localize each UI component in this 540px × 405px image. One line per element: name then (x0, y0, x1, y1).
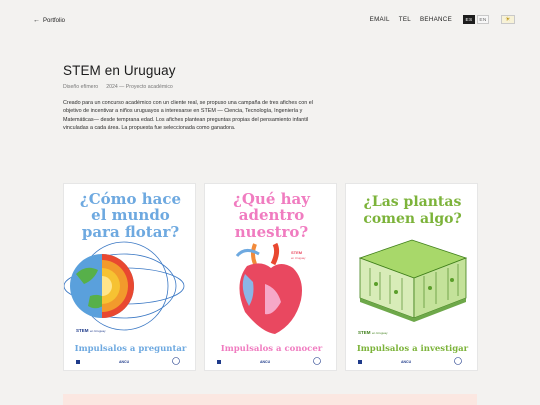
nav-tel[interactable]: TEL (399, 16, 411, 23)
sponsor-ancu: ANCU (119, 360, 130, 364)
project-description: Creado para un concurso académico con un… (63, 100, 313, 131)
lang-es[interactable]: ES (463, 15, 475, 24)
project-meta: Diseño efímero 2024 — Proyecto académico (63, 84, 173, 90)
poster-earth[interactable]: ¿Cómo hace el mundo para flotar? STEM en… (63, 183, 196, 371)
poster-brand-sub: en Uruguay (372, 331, 388, 335)
poster-brand-sub: en Uruguay (90, 329, 106, 333)
poster-heart[interactable]: ¿Qué hay adentro nuestro? STEM en Urugua… (204, 183, 337, 371)
poster-title-line: ¿Las plantas (364, 194, 462, 210)
nav-behance[interactable]: BEHANCE (420, 16, 452, 23)
page-title: STEM en Uruguay (63, 63, 176, 78)
poster-brand: STEM (76, 328, 89, 333)
sponsor-logo (358, 360, 362, 364)
sponsor-ancu: ANCU (401, 360, 412, 364)
poster-tagline: Impulsalos a preguntar (75, 344, 187, 354)
back-label: Portfolio (43, 17, 66, 24)
sponsor-seal (454, 357, 462, 365)
poster-brand-sub: en Uruguay (291, 256, 306, 260)
poster-tagline: Impulsalos a conocer (221, 344, 323, 354)
language-switch: ES EN (463, 15, 489, 24)
sponsor-seal (172, 357, 180, 365)
poster-title-line: para flotar? (82, 223, 180, 241)
sponsor-seal (313, 357, 321, 365)
top-nav: EMAIL TEL BEHANCE ES EN ☀ (370, 15, 515, 24)
lang-en[interactable]: EN (477, 15, 489, 24)
poster-brand: STEM (358, 330, 371, 335)
next-section-preview (63, 394, 477, 405)
sun-icon: ☀ (505, 17, 511, 23)
poster-brand: STEM (291, 250, 303, 255)
sponsor-ancu: ANCU (260, 360, 271, 364)
poster-title-line: adentro (239, 206, 305, 224)
leaf-cells-illustration (358, 239, 468, 322)
poster-plants[interactable]: ¿Las plantas comen algo? STEM en Uruguay… (345, 183, 478, 371)
top-bar: ← Portfolio EMAIL TEL BEHANCE ES EN ☀ (0, 0, 540, 44)
earth-illustration (64, 241, 185, 331)
nav-email[interactable]: EMAIL (370, 16, 390, 23)
poster-title-line: el mundo (91, 206, 170, 224)
theme-toggle[interactable]: ☀ (501, 15, 515, 24)
poster-title-line: nuestro? (235, 223, 309, 241)
poster-tagline: Impulsalos a investigar (357, 344, 469, 354)
project-year: 2024 — Proyecto académico (106, 84, 173, 90)
poster-gallery: ¿Cómo hace el mundo para flotar? STEM en… (63, 183, 478, 371)
arrow-left-icon: ← (33, 17, 40, 24)
sponsor-logo (76, 360, 80, 364)
sponsor-logo (217, 360, 221, 364)
poster-title-line: comen algo? (363, 211, 461, 227)
back-link[interactable]: ← Portfolio (33, 17, 65, 24)
project-category: Diseño efímero (63, 84, 99, 90)
